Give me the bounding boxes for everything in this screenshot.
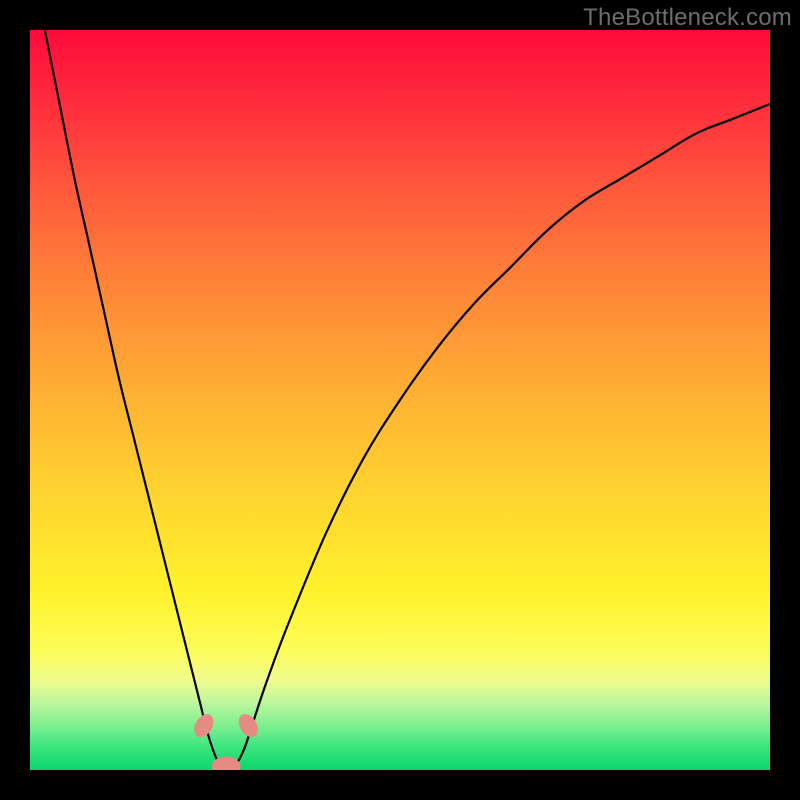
marker-group (190, 711, 261, 770)
curve-svg (30, 30, 770, 770)
chart-frame: TheBottleneck.com (0, 0, 800, 800)
marker-left-blob (190, 711, 217, 741)
bottleneck-curve (45, 30, 770, 770)
watermark-text: TheBottleneck.com (583, 4, 792, 32)
marker-right-blob (235, 711, 262, 741)
plot-area (30, 30, 770, 770)
